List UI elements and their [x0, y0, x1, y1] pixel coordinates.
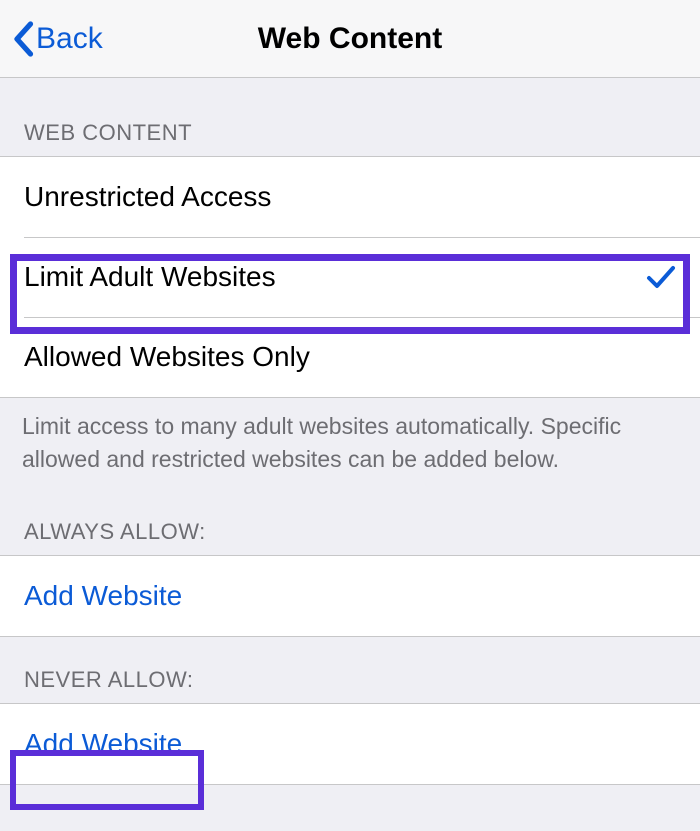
section-header-always-allow: ALWAYS ALLOW: — [0, 489, 700, 555]
always-allow-group: Add Website — [0, 555, 700, 637]
never-allow-group: Add Website — [0, 703, 700, 785]
option-limit-adult-websites[interactable]: Limit Adult Websites — [0, 237, 700, 317]
back-label: Back — [36, 22, 103, 56]
back-button[interactable]: Back — [12, 21, 103, 57]
checkmark-icon — [646, 265, 676, 289]
page-title: Web Content — [0, 22, 700, 56]
webcontent-options-group: Unrestricted Access Limit Adult Websites… — [0, 156, 700, 398]
add-website-label: Add Website — [24, 728, 676, 760]
add-website-label: Add Website — [24, 580, 676, 612]
section-header-webcontent: WEB CONTENT — [0, 78, 700, 156]
section-footer-webcontent: Limit access to many adult websites auto… — [0, 398, 700, 489]
option-allowed-websites-only[interactable]: Allowed Websites Only — [0, 317, 700, 397]
add-website-always-allow[interactable]: Add Website — [0, 556, 700, 636]
option-label: Limit Adult Websites — [24, 261, 646, 293]
section-header-never-allow: NEVER ALLOW: — [0, 637, 700, 703]
option-label: Unrestricted Access — [24, 181, 676, 213]
option-unrestricted-access[interactable]: Unrestricted Access — [0, 157, 700, 237]
option-label: Allowed Websites Only — [24, 341, 676, 373]
add-website-never-allow[interactable]: Add Website — [0, 704, 700, 784]
navbar: Back Web Content — [0, 0, 700, 78]
chevron-left-icon — [12, 21, 34, 57]
